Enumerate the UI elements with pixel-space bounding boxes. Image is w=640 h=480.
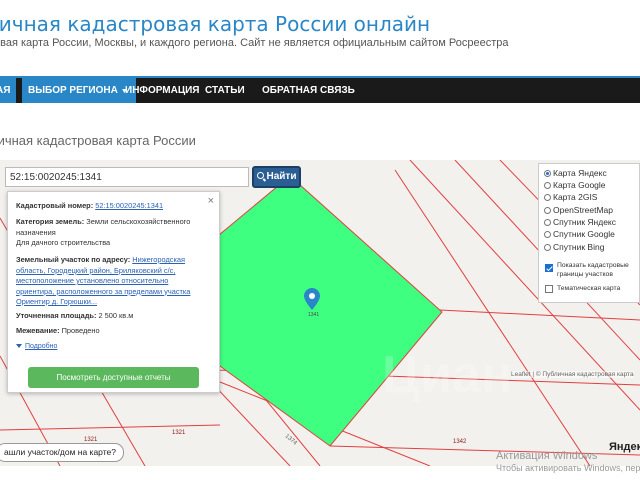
site-title[interactable]: личная кадастровая карта России онлайн [0, 12, 430, 36]
search-button[interactable]: Найти [252, 166, 301, 188]
thematic-map-checkbox[interactable] [545, 285, 553, 293]
nav-item-articles[interactable]: СТАТЬИ [205, 78, 245, 103]
layer-option-yandex-satellite[interactable]: Спутник Яндекс [544, 217, 616, 228]
parcel-number-label: 1321 [172, 430, 186, 436]
radio[interactable] [544, 244, 551, 251]
search-button-label: Найти [266, 171, 297, 182]
map-pin-icon[interactable] [304, 288, 320, 310]
layer-option-google-satellite[interactable]: Спутник Google [544, 229, 615, 240]
radio[interactable] [544, 194, 551, 201]
layer-option-label: Карта Google [553, 180, 606, 190]
thematic-map-label: Тематическая карта [557, 285, 621, 292]
layer-option-label: Карта 2GIS [553, 192, 598, 202]
site-header: личная кадастровая карта России онлайн о… [0, 0, 640, 76]
layer-option-label: Спутник Яндекс [553, 217, 616, 227]
nav-item-info[interactable]: ИНФОРМАЦИЯ [125, 78, 200, 103]
triangle-down-icon [16, 344, 22, 349]
radio[interactable] [544, 219, 551, 226]
cadastral-number-row: Кадастровый номер: 52:15:0020245:1341 [16, 201, 206, 212]
parcel-number-label: 1341 [308, 312, 320, 318]
layer-option-label: Спутник Bing [553, 242, 605, 252]
layer-option-label: Спутник Google [553, 229, 615, 239]
address-row: Земельный участок по адресу: Нижегородск… [16, 255, 206, 308]
parcel-number-label: 1342 [453, 439, 467, 445]
address-label: Земельный участок по адресу: [16, 255, 131, 264]
land-category-label: Категория земель: [16, 217, 85, 226]
selected-parcel [212, 175, 443, 447]
land-category-row: Категория земель: Земли сельскохозяйстве… [16, 217, 206, 238]
view-reports-button[interactable]: Посмотреть доступные отчеты [28, 367, 199, 388]
cadastral-number-label: Кадастровый номер: [16, 201, 94, 210]
area-label: Уточненная площадь: [16, 311, 97, 320]
nav-item-region-label: ВЫБОР РЕГИОНА [28, 85, 118, 96]
nav-item-home[interactable]: АЯ [0, 78, 16, 103]
nav-item-region[interactable]: ВЫБОР РЕГИОНА ▼ [22, 78, 136, 103]
area-row: Уточненная площадь: 2 500 кв.м [16, 311, 206, 322]
radio-selected[interactable] [544, 170, 551, 177]
layers-control: Карта Яндекс Карта Google Карта 2GIS Ope… [538, 163, 640, 303]
radio[interactable] [544, 231, 551, 238]
cadastral-map[interactable]: Циан 1321 1321 1374 1342 1341 Найти × Ка… [0, 160, 640, 466]
layer-option-osm[interactable]: OpenStreetMap [544, 205, 613, 216]
layer-option-label: Карта Яндекс [553, 168, 607, 178]
layer-option-2gis[interactable]: Карта 2GIS [544, 192, 597, 203]
area-value: 2 500 кв.м [98, 311, 134, 320]
main-navbar: АЯ ВЫБОР РЕГИОНА▼ ИНФОРМАЦИЯ СТАТЬИ ОБРА… [0, 76, 640, 103]
cadastral-number-link[interactable]: 52:15:0020245:1341 [95, 201, 163, 210]
found-property-prompt[interactable]: ашли участок/дом на карте? [0, 443, 124, 462]
activation-title: Активация Windows [496, 450, 598, 462]
show-borders-checkbox[interactable] [545, 264, 553, 272]
details-link[interactable]: Подробно [16, 343, 57, 350]
activation-subtitle: Чтобы активировать Windows, пере [496, 463, 640, 473]
search-icon [256, 172, 264, 179]
layer-option-label: OpenStreetMap [553, 205, 614, 215]
site-subtitle: овая карта России, Москвы, и каждого рег… [0, 37, 509, 49]
layer-option-bing-satellite[interactable]: Спутник Bing [544, 242, 604, 253]
use-type: Для дачного строительства [16, 238, 111, 247]
close-icon[interactable]: × [208, 196, 214, 207]
survey-label: Межевание: [16, 326, 60, 335]
map-attribution[interactable]: Leaflet | © Публичная кадастровая карта [511, 371, 634, 378]
radio[interactable] [544, 182, 551, 189]
nav-item-feedback[interactable]: ОБРАТНАЯ СВЯЗЬ [262, 78, 355, 103]
watermark: Циан [382, 346, 513, 404]
survey-value: Проведено [61, 326, 100, 335]
layer-option-google-map[interactable]: Карта Google [544, 180, 606, 191]
show-borders-label: Показать кадастровые границы участков [557, 262, 629, 278]
cadastral-search-input[interactable] [5, 167, 249, 187]
windows-activation-notice: Активация Windows Чтобы активировать Win… [496, 450, 640, 474]
parcel-info-panel: × Кадастровый номер: 52:15:0020245:1341 … [7, 191, 220, 393]
layer-option-yandex-map[interactable]: Карта Яндекс [544, 168, 607, 179]
page-heading: личная кадастровая карта России [0, 133, 196, 148]
details-link-label: Подробно [25, 343, 58, 350]
survey-row: Межевание: Проведено [16, 326, 206, 337]
radio[interactable] [544, 207, 551, 214]
